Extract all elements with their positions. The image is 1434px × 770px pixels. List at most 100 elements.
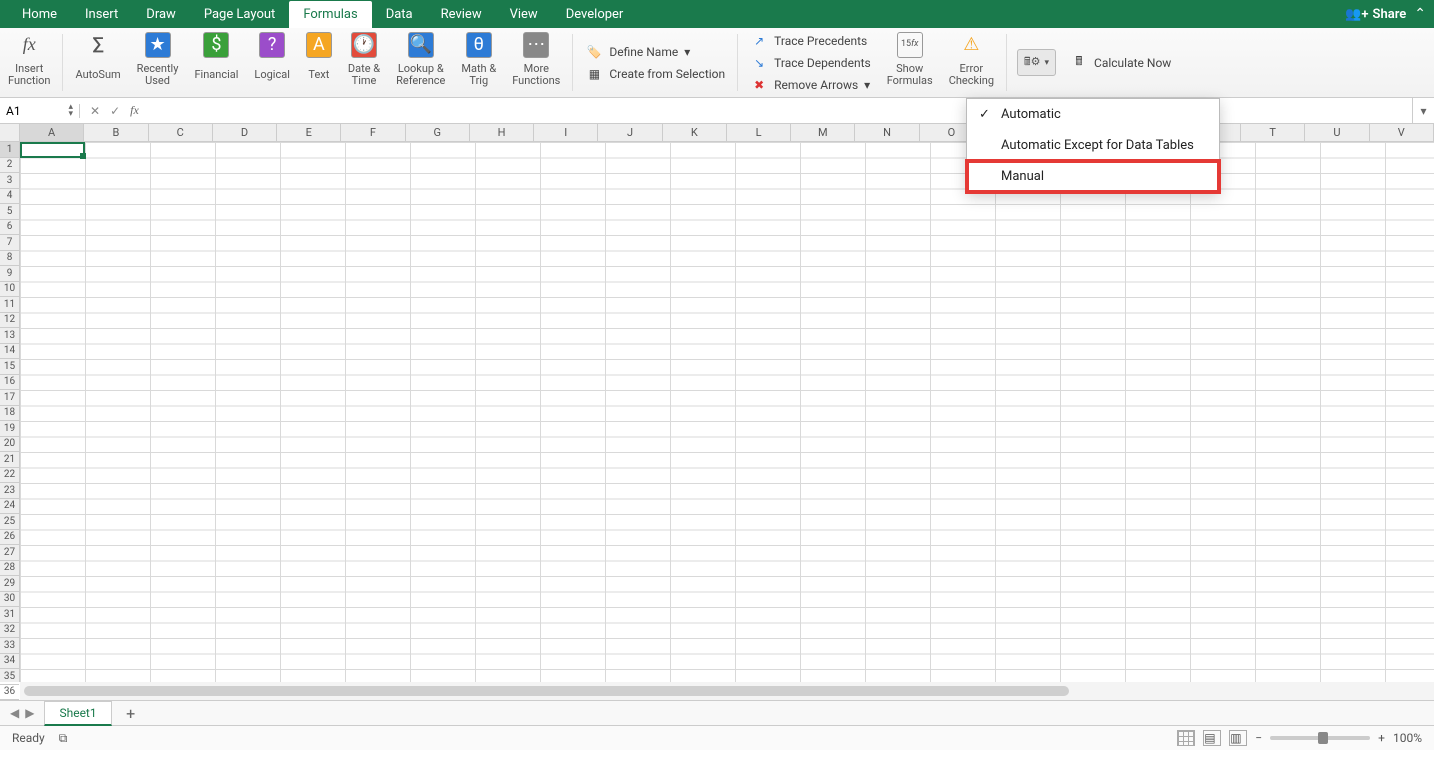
add-sheet-button[interactable]: + (120, 702, 142, 724)
zoom-slider[interactable] (1270, 736, 1370, 740)
row-header[interactable]: 22 (0, 468, 19, 484)
worksheet-grid[interactable]: ABCDEFGHIJKLMNOPQRSTUV 12345678910111213… (0, 124, 1434, 701)
formula-input[interactable] (149, 104, 1412, 118)
column-header[interactable]: A (20, 124, 84, 141)
row-header[interactable]: 17 (0, 390, 19, 406)
row-header[interactable]: 25 (0, 514, 19, 530)
column-header[interactable]: I (534, 124, 598, 141)
tab-insert[interactable]: Insert (71, 1, 132, 28)
row-header[interactable]: 24 (0, 499, 19, 515)
cells-area[interactable] (20, 142, 1434, 682)
column-headers[interactable]: ABCDEFGHIJKLMNOPQRSTUV (20, 124, 1434, 142)
row-header[interactable]: 4 (0, 189, 19, 205)
row-header[interactable]: 19 (0, 421, 19, 437)
zoom-in-button[interactable]: + (1378, 731, 1385, 745)
row-header[interactable]: 20 (0, 437, 19, 453)
row-header[interactable]: 28 (0, 561, 19, 577)
tab-view[interactable]: View (496, 1, 552, 28)
collapse-ribbon-icon[interactable]: ⌃ (1414, 6, 1426, 22)
cancel-icon[interactable]: ✕ (90, 104, 100, 118)
create-from-selection-button[interactable]: ▦ Create from Selection (585, 65, 725, 83)
autosum-button[interactable]: ∑ AutoSum (67, 28, 128, 92)
column-header[interactable]: B (84, 124, 148, 141)
expand-formula-bar-icon[interactable]: ▾ (1412, 98, 1434, 123)
sheet-tab-active[interactable]: Sheet1 (44, 701, 111, 726)
recently-used-button[interactable]: ★ Recently Used (129, 28, 187, 92)
column-header[interactable]: U (1305, 124, 1369, 141)
column-header[interactable]: K (663, 124, 727, 141)
row-headers[interactable]: 1234567891011121314151617181920212223242… (0, 142, 20, 682)
row-header[interactable]: 30 (0, 592, 19, 608)
row-header[interactable]: 35 (0, 669, 19, 685)
column-header[interactable]: V (1370, 124, 1434, 141)
row-header[interactable]: 2 (0, 158, 19, 174)
horizontal-scrollbar[interactable] (20, 682, 1434, 700)
sheet-nav-next-icon[interactable]: ▶ (25, 706, 34, 720)
column-header[interactable]: T (1241, 124, 1305, 141)
select-all-button[interactable] (0, 124, 20, 142)
trace-precedents-button[interactable]: ↗ Trace Precedents (750, 32, 871, 50)
column-header[interactable]: M (791, 124, 855, 141)
calc-option-automatic[interactable]: ✓ Automatic (967, 99, 1219, 130)
column-header[interactable]: L (727, 124, 791, 141)
row-header[interactable]: 15 (0, 359, 19, 375)
define-name-button[interactable]: 🏷️ Define Name ▾ (585, 43, 725, 61)
row-header[interactable]: 23 (0, 483, 19, 499)
enter-icon[interactable]: ✓ (110, 104, 120, 118)
calc-option-manual[interactable]: Manual (967, 161, 1219, 192)
row-header[interactable]: 34 (0, 654, 19, 670)
column-header[interactable]: F (341, 124, 405, 141)
math-trig-button[interactable]: θ Math & Trig (453, 28, 504, 92)
page-break-view-button[interactable]: ▥ (1229, 730, 1247, 746)
row-header[interactable]: 33 (0, 638, 19, 654)
tab-page-layout[interactable]: Page Layout (190, 1, 290, 28)
row-header[interactable]: 12 (0, 313, 19, 329)
column-header[interactable]: G (406, 124, 470, 141)
row-header[interactable]: 8 (0, 251, 19, 267)
row-header[interactable]: 9 (0, 266, 19, 282)
row-header[interactable]: 6 (0, 220, 19, 236)
fx-icon[interactable]: fx (130, 103, 139, 118)
row-header[interactable]: 32 (0, 623, 19, 639)
share-button[interactable]: 👥+ Share (1345, 7, 1406, 22)
row-header[interactable]: 36 (0, 685, 19, 701)
row-header[interactable]: 10 (0, 282, 19, 298)
row-header[interactable]: 1 (0, 142, 19, 158)
sheet-nav-prev-icon[interactable]: ◀ (10, 706, 19, 720)
row-header[interactable]: 3 (0, 173, 19, 189)
tab-formulas[interactable]: Formulas (289, 1, 371, 28)
scrollbar-thumb[interactable] (24, 686, 1069, 696)
calculation-options-button[interactable]: 🖩⚙ ▾ (1017, 49, 1056, 76)
normal-view-button[interactable] (1177, 730, 1195, 746)
macro-record-icon[interactable]: ⧉ (59, 731, 68, 746)
more-functions-button[interactable]: ⋯ More Functions (504, 28, 568, 92)
trace-dependents-button[interactable]: ↘ Trace Dependents (750, 54, 871, 72)
financial-button[interactable]: $ Financial (186, 28, 246, 92)
row-header[interactable]: 11 (0, 297, 19, 313)
show-formulas-button[interactable]: 15fx Show Formulas (879, 28, 941, 92)
row-header[interactable]: 21 (0, 452, 19, 468)
row-header[interactable]: 13 (0, 328, 19, 344)
calculate-now-button[interactable]: 🖩 Calculate Now (1070, 54, 1171, 72)
row-header[interactable]: 5 (0, 204, 19, 220)
column-header[interactable]: J (598, 124, 662, 141)
row-header[interactable]: 26 (0, 530, 19, 546)
row-header[interactable]: 18 (0, 406, 19, 422)
tab-draw[interactable]: Draw (132, 1, 190, 28)
page-layout-view-button[interactable]: ▤ (1203, 730, 1221, 746)
column-header[interactable]: E (277, 124, 341, 141)
column-header[interactable]: C (149, 124, 213, 141)
zoom-out-button[interactable]: − (1255, 731, 1262, 745)
row-header[interactable]: 14 (0, 344, 19, 360)
remove-arrows-button[interactable]: ✖ Remove Arrows ▾ (750, 76, 871, 94)
logical-button[interactable]: ? Logical (246, 28, 297, 92)
row-header[interactable]: 31 (0, 607, 19, 623)
error-checking-button[interactable]: ⚠ Error Checking (941, 28, 1002, 92)
name-box[interactable]: A1 ▴▾ (0, 104, 80, 118)
tab-data[interactable]: Data (372, 1, 427, 28)
insert-function-button[interactable]: fx Insert Function (0, 28, 58, 92)
tab-developer[interactable]: Developer (552, 1, 638, 28)
name-box-stepper[interactable]: ▴▾ (68, 104, 73, 118)
row-header[interactable]: 27 (0, 545, 19, 561)
date-time-button[interactable]: 🕐 Date & Time (340, 28, 388, 92)
